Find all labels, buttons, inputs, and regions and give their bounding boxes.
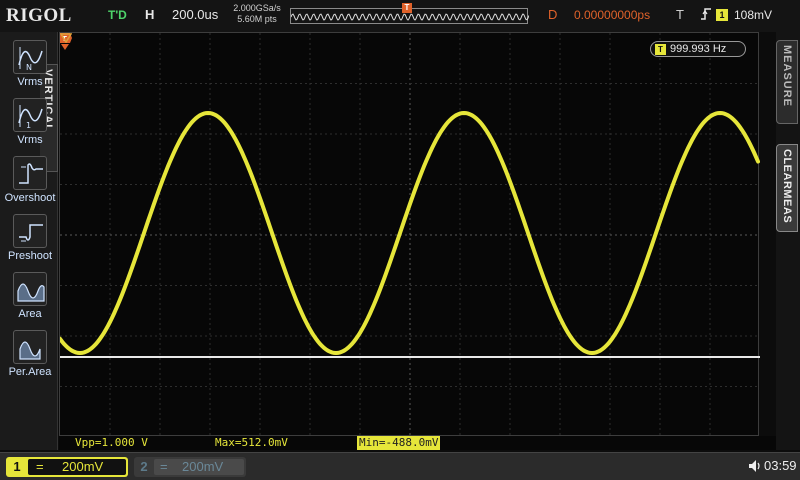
memory-depth: 5.60M pts xyxy=(237,14,277,24)
clear-measure-tab[interactable]: CLEARMEAS xyxy=(776,144,798,232)
frequency-value: 999.993 Hz xyxy=(670,43,727,55)
period-area-icon xyxy=(13,330,47,364)
svg-text:N: N xyxy=(26,63,32,72)
horizontal-label: H xyxy=(145,7,155,22)
ch2-number: 2 xyxy=(140,459,148,474)
trigger-label: T xyxy=(676,7,684,22)
ch1-number: 1 xyxy=(13,459,21,474)
delay-label: D xyxy=(548,7,558,22)
timebase-value[interactable]: 200.0us xyxy=(172,7,218,22)
measure-label: Area xyxy=(18,308,42,320)
run-state: T'D xyxy=(108,8,127,22)
ch1-waveform xyxy=(60,110,760,358)
right-menu: MEASURE CLEARMEAS xyxy=(776,32,800,450)
measure-vrms-n[interactable]: N Vrms xyxy=(4,40,56,98)
measure-preshoot[interactable]: Preshoot xyxy=(4,214,56,272)
trigger-level[interactable]: 108mV xyxy=(734,8,772,22)
measure-label: Overshoot xyxy=(4,192,56,204)
ch1-indicator[interactable]: 1 = 200mV xyxy=(6,457,128,477)
sample-info: 2.000GSa/s 5.60M pts xyxy=(228,3,286,25)
measure-tab-label: MEASURE xyxy=(781,45,793,108)
clear-measure-tab-label: CLEARMEAS xyxy=(781,149,793,224)
measure-overshoot[interactable]: Overshoot xyxy=(4,156,56,214)
vrms-n-cycles-icon: N xyxy=(13,40,47,74)
channel-bar: 1 = 200mV 2 = 200mV 03:59 xyxy=(0,452,800,480)
preshoot-icon xyxy=(13,214,47,248)
ch2-indicator[interactable]: 2 = 200mV xyxy=(134,457,246,477)
measure-label: Vrms xyxy=(17,134,43,146)
measurement-readouts: Vpp=1.000 V Max=512.0mV Min=-488.0mV xyxy=(59,436,776,450)
waveform-display[interactable]: T 999.993 Hz T T xyxy=(59,32,760,437)
trigger-source-badge: 1 xyxy=(716,9,728,21)
memory-trigger-marker: T xyxy=(402,3,412,13)
ch1-settings: = 200mV xyxy=(28,459,126,475)
vrms-1-cycle-icon: 1 xyxy=(13,98,47,132)
ch1-ground-marker[interactable] xyxy=(60,33,72,43)
ch2-coupling: = xyxy=(160,459,168,474)
measure-label: Preshoot xyxy=(7,250,53,262)
measure-period-area[interactable]: Per.Area xyxy=(4,330,56,388)
brand-logo: RIGOL xyxy=(6,5,72,26)
ch2-settings: = 200mV xyxy=(154,459,244,475)
rising-edge-icon xyxy=(700,6,712,25)
speaker-icon[interactable] xyxy=(748,459,762,473)
top-status-bar: RIGOL T'D H 200.0us 2.000GSa/s 5.60M pts… xyxy=(0,0,800,32)
measure-vrms-1[interactable]: 1 Vrms xyxy=(4,98,56,156)
measure-label: Vrms xyxy=(17,76,43,88)
sample-rate: 2.000GSa/s xyxy=(233,3,281,13)
frequency-readout: T 999.993 Hz xyxy=(650,41,746,57)
measurement-vpp: Vpp=1.000 V xyxy=(75,436,148,449)
ch1-scale: 200mV xyxy=(62,459,104,474)
ch1-coupling: = xyxy=(36,459,44,474)
frequency-trigger-badge: T xyxy=(655,44,666,55)
ch2-scale: 200mV xyxy=(182,459,224,474)
left-measure-menu: VERTICAL N Vrms 1 Vrms Overshoot Preshoo… xyxy=(0,32,58,450)
measure-area[interactable]: Area xyxy=(4,272,56,330)
system-clock: 03:59 xyxy=(764,458,797,473)
delay-value[interactable]: 0.00000000ps xyxy=(574,8,650,22)
measurement-max: Max=512.0mV xyxy=(215,436,288,449)
measurement-min: Min=-488.0mV xyxy=(357,436,441,450)
overshoot-icon xyxy=(13,156,47,190)
measure-tab[interactable]: MEASURE xyxy=(776,40,798,124)
svg-text:1: 1 xyxy=(26,121,31,130)
measure-label: Per.Area xyxy=(8,366,52,378)
area-icon xyxy=(13,272,47,306)
